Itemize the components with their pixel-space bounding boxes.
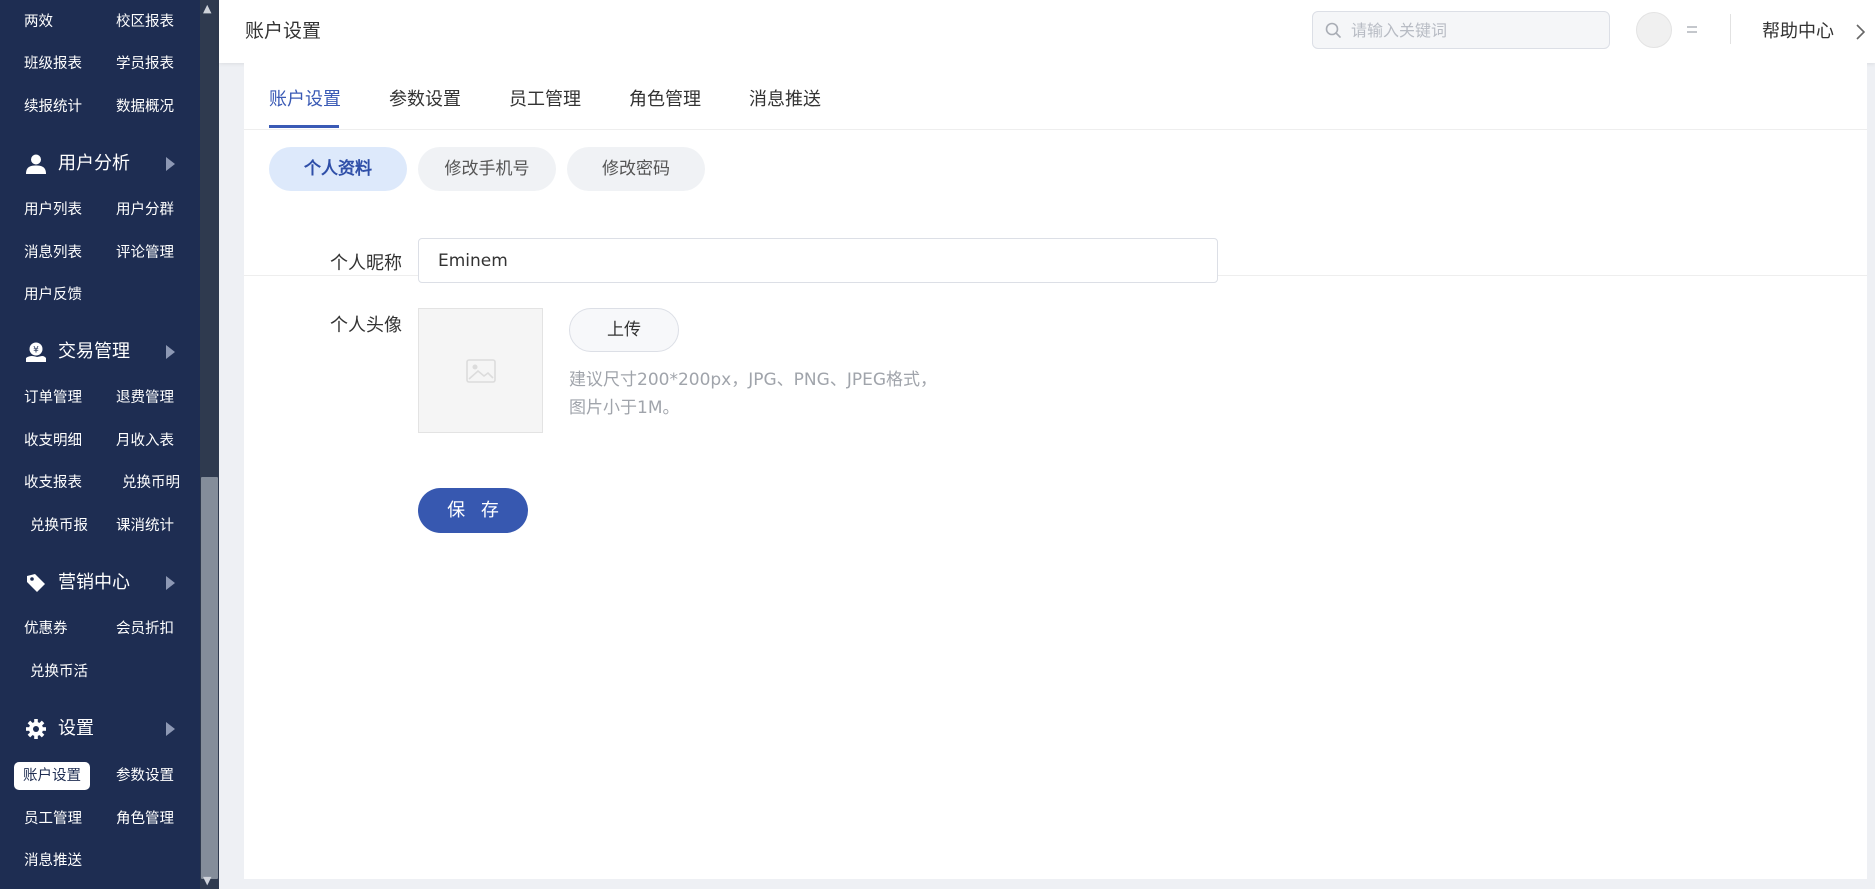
money-hand-icon: ¥ <box>26 342 46 362</box>
sidebar-item-orders[interactable]: 订单管理 <box>24 384 82 412</box>
sidebar-row: 续报统计 数据概况 <box>0 93 200 121</box>
search-box[interactable] <box>1312 11 1610 49</box>
sidebar-section-settings[interactable]: 设置 <box>0 709 200 749</box>
sidebar-item-coin-report[interactable]: 兑换币报 <box>30 512 88 540</box>
sidebar-item-message-list[interactable]: 消息列表 <box>24 239 82 267</box>
caret-right-icon <box>166 576 175 590</box>
sidebar-row: 班级报表 学员报表 <box>0 50 200 78</box>
sidebar-row: 两效 校区报表 <box>0 8 200 36</box>
sidebar-item[interactable]: 数据概况 <box>116 93 174 121</box>
sidebar-row: 账户设置 参数设置 <box>0 762 200 790</box>
sidebar-section-user-analysis[interactable]: 用户分析 <box>0 144 200 184</box>
active-tab-indicator <box>269 125 339 128</box>
search-input[interactable] <box>1351 12 1601 48</box>
gear-icon <box>26 719 46 739</box>
sidebar-section-marketing[interactable]: 营销中心 <box>0 563 200 603</box>
sidebar-item-user-groups[interactable]: 用户分群 <box>116 196 174 224</box>
sidebar-item-feedback[interactable]: 用户反馈 <box>24 281 82 309</box>
sidebar-item[interactable]: 学员报表 <box>116 50 174 78</box>
sidebar-item-finance-report[interactable]: 收支报表 <box>24 469 82 497</box>
upload-hint: 建议尺寸200*200px，JPG、PNG、JPEG格式， 图片小于1M。 <box>569 366 937 422</box>
sidebar-item[interactable]: 班级报表 <box>24 50 82 78</box>
tab-staff-management[interactable]: 员工管理 <box>509 85 581 111</box>
sidebar-item-parameter-settings[interactable]: 参数设置 <box>116 762 174 790</box>
nickname-input[interactable] <box>418 238 1218 283</box>
sidebar-item-coin-activity[interactable]: 兑换币活 <box>30 658 88 686</box>
user-icon <box>26 154 46 174</box>
sidebar-row: 用户反馈 <box>0 281 200 309</box>
sidebar-item[interactable]: 校区报表 <box>116 8 174 36</box>
sidebar-item-coupons[interactable]: 优惠券 <box>24 615 68 643</box>
subtab-profile[interactable]: 个人资料 <box>269 147 407 191</box>
caret-right-icon <box>166 722 175 736</box>
tab-account-settings[interactable]: 账户设置 <box>269 85 341 111</box>
subtab-change-password[interactable]: 修改密码 <box>567 147 705 191</box>
tag-icon <box>27 574 45 592</box>
header-divider <box>1730 14 1731 44</box>
sidebar-item-push[interactable]: 消息推送 <box>24 847 82 875</box>
sidebar-item-member-discount[interactable]: 会员折扣 <box>116 615 174 643</box>
upload-button[interactable]: 上传 <box>569 308 679 352</box>
sidebar-section-transactions[interactable]: ¥ 交易管理 <box>0 332 200 372</box>
help-center-link[interactable]: 帮助中心 <box>1762 0 1834 63</box>
sidebar-item-refunds[interactable]: 退费管理 <box>116 384 174 412</box>
search-icon <box>1325 22 1341 38</box>
dropdown-menu-icon[interactable] <box>1686 24 1698 36</box>
sidebar-row: 订单管理 退费管理 <box>0 384 200 412</box>
sidebar-row: 员工管理 角色管理 <box>0 805 200 833</box>
sidebar-scrollbar-thumb[interactable] <box>201 477 218 879</box>
sidebar-row: 用户列表 用户分群 <box>0 196 200 224</box>
scroll-down-icon[interactable]: ▼ <box>203 874 211 887</box>
sidebar-section-label: 设置 <box>58 718 94 739</box>
sidebar-row: 收支明细 月收入表 <box>0 427 200 455</box>
sidebar-item-class-consumption[interactable]: 课消统计 <box>116 512 174 540</box>
upload-hint-line: 图片小于1M。 <box>569 398 680 418</box>
sidebar-row: 优惠券 会员折扣 <box>0 615 200 643</box>
sidebar-row: 消息列表 评论管理 <box>0 239 200 267</box>
sidebar-section-label: 交易管理 <box>58 341 130 362</box>
top-header: 账户设置 帮助中心 <box>219 0 1875 63</box>
avatar[interactable] <box>1636 12 1672 48</box>
caret-right-icon <box>166 345 175 359</box>
nickname-label: 个人昵称 <box>330 253 402 274</box>
scroll-up-icon[interactable]: ▲ <box>203 2 211 15</box>
sidebar-item-comments[interactable]: 评论管理 <box>116 239 174 267</box>
sidebar-item-monthly-income[interactable]: 月收入表 <box>116 427 174 455</box>
sidebar-row: 兑换币活 <box>0 658 200 686</box>
sidebar-item-account-settings[interactable]: 账户设置 <box>14 762 90 790</box>
subtab-change-phone[interactable]: 修改手机号 <box>418 147 556 191</box>
sidebar-item-coin-detail[interactable]: 兑换币明 <box>122 469 180 497</box>
svg-text:¥: ¥ <box>33 346 39 356</box>
chevron-right-icon[interactable] <box>1855 24 1865 40</box>
sidebar-section-label: 用户分析 <box>58 153 130 174</box>
tab-role-management[interactable]: 角色管理 <box>629 85 701 111</box>
sidebar-item[interactable]: 两效 <box>24 8 53 36</box>
avatar-label: 个人头像 <box>330 315 402 336</box>
sidebar-item-staff[interactable]: 员工管理 <box>24 805 82 833</box>
sidebar-row: 兑换币报 课消统计 <box>0 512 200 540</box>
avatar-preview[interactable] <box>418 308 543 433</box>
tab-bar: 账户设置 参数设置 员工管理 角色管理 消息推送 <box>244 63 1867 130</box>
page-title: 账户设置 <box>245 20 322 42</box>
sidebar-row: 收支报表 兑换币明 <box>0 469 200 497</box>
sidebar-item-ledger[interactable]: 收支明细 <box>24 427 82 455</box>
save-button[interactable]: 保 存 <box>418 488 528 533</box>
sidebar-item[interactable]: 续报统计 <box>24 93 82 121</box>
caret-right-icon <box>166 157 175 171</box>
sidebar-item-roles[interactable]: 角色管理 <box>116 805 174 833</box>
sidebar-section-label: 营销中心 <box>58 572 130 593</box>
main-content: 账户设置 参数设置 员工管理 角色管理 消息推送 个人资料 修改手机号 修改密码… <box>244 63 1867 879</box>
sidebar: 两效 校区报表 班级报表 学员报表 续报统计 数据概况 用户分析 用户列表 用户… <box>0 0 200 889</box>
image-placeholder-icon <box>466 359 496 383</box>
sidebar-row: 消息推送 <box>0 847 200 875</box>
sidebar-item-user-list[interactable]: 用户列表 <box>24 196 82 224</box>
tab-parameter-settings[interactable]: 参数设置 <box>389 85 461 111</box>
tab-message-push[interactable]: 消息推送 <box>749 85 821 111</box>
upload-hint-line: 建议尺寸200*200px，JPG、PNG、JPEG格式， <box>569 370 938 390</box>
